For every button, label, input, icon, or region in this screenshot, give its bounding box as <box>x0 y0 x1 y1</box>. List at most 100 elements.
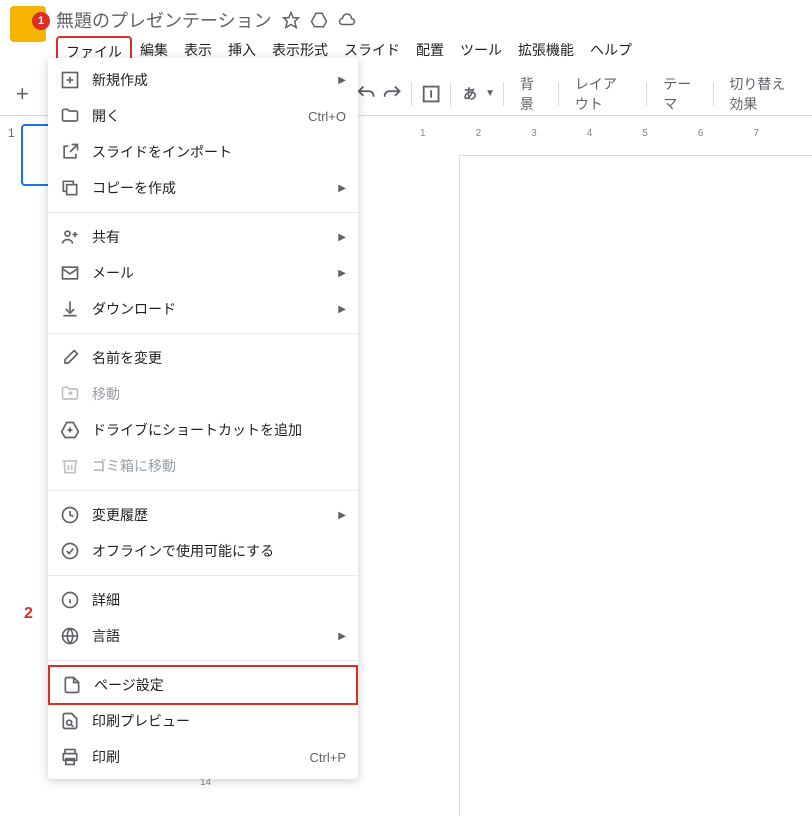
title-row: 無題のプレゼンテーション <box>56 6 812 34</box>
download-icon <box>60 299 80 319</box>
toolbar-separator <box>503 82 504 106</box>
toolbar-separator <box>558 82 559 106</box>
spellcheck-button[interactable]: あ <box>459 80 481 108</box>
ruler-horizontal: 1234567 <box>420 128 759 139</box>
menu-item-label: オフラインで使用可能にする <box>92 541 346 561</box>
page-icon <box>62 675 82 695</box>
slide-canvas[interactable] <box>460 156 812 816</box>
menu-separator <box>48 490 358 491</box>
menu-item-6[interactable]: 配置 <box>408 36 452 68</box>
menu-item-label: 詳細 <box>92 590 346 610</box>
submenu-arrow-icon: ▶ <box>338 183 346 194</box>
globe-icon <box>60 626 80 646</box>
ruler-tick: 6 <box>698 128 704 139</box>
menu-item-info[interactable]: 詳細 <box>48 582 358 618</box>
menu-item-label: 開く <box>92 106 308 126</box>
textbox-button[interactable] <box>420 80 442 108</box>
menu-item-shortcut[interactable]: ドライブにショートカットを追加 <box>48 412 358 448</box>
menu-separator <box>48 575 358 576</box>
print-icon <box>60 747 80 767</box>
menu-item-copy[interactable]: コピーを作成▶ <box>48 170 358 206</box>
rename-icon <box>60 348 80 368</box>
import-icon <box>60 142 80 162</box>
annotation-badge-1: 1 <box>32 12 50 30</box>
menu-item-offline[interactable]: オフラインで使用可能にする <box>48 533 358 569</box>
menu-item-label: ゴミ箱に移動 <box>92 456 346 476</box>
menu-item-label: 印刷 <box>92 747 310 767</box>
menu-item-trash: ゴミ箱に移動 <box>48 448 358 484</box>
redo-button[interactable] <box>381 80 403 108</box>
menu-shortcut: Ctrl+O <box>308 109 346 124</box>
new-slide-button[interactable]: + <box>8 80 37 108</box>
document-title[interactable]: 無題のプレゼンテーション <box>56 7 272 33</box>
menu-item-plus-box[interactable]: 新規作成▶ <box>48 62 358 98</box>
toolbar-separator <box>411 82 412 106</box>
menu-item-mail[interactable]: メール▶ <box>48 255 358 291</box>
trash-icon <box>60 456 80 476</box>
star-icon[interactable] <box>282 11 300 29</box>
slide-number: 1 <box>8 124 15 186</box>
menu-item-7[interactable]: ツール <box>452 36 510 68</box>
ruler-tick: 3 <box>531 128 537 139</box>
menu-item-folder[interactable]: 開くCtrl+O <box>48 98 358 134</box>
toolbar-separator <box>646 82 647 106</box>
menu-item-label: 印刷プレビュー <box>92 711 346 731</box>
menu-separator <box>48 660 358 661</box>
copy-icon <box>60 178 80 198</box>
plus-box-icon <box>60 70 80 90</box>
menu-separator <box>48 333 358 334</box>
menu-item-print[interactable]: 印刷Ctrl+P <box>48 739 358 775</box>
menu-shortcut: Ctrl+P <box>310 750 346 765</box>
transition-button[interactable]: 切り替え効果 <box>721 70 804 118</box>
menu-item-label: 言語 <box>92 626 338 646</box>
ruler-tick: 7 <box>753 128 759 139</box>
submenu-arrow-icon: ▶ <box>338 631 346 642</box>
menu-item-label: ダウンロード <box>92 299 338 319</box>
submenu-arrow-icon: ▶ <box>338 232 346 243</box>
drive-icon[interactable] <box>310 11 328 29</box>
ruler-tick: 2 <box>476 128 482 139</box>
menu-item-move: 移動 <box>48 376 358 412</box>
move-icon <box>60 384 80 404</box>
file-menu-dropdown: 新規作成▶開くCtrl+Oスライドをインポートコピーを作成▶共有▶メール▶ダウン… <box>48 58 358 779</box>
menu-item-label: 共有 <box>92 227 338 247</box>
shortcut-icon <box>60 420 80 440</box>
preview-icon <box>60 711 80 731</box>
share-icon <box>60 227 80 247</box>
menu-item-rename[interactable]: 名前を変更 <box>48 340 358 376</box>
folder-icon <box>60 106 80 126</box>
info-icon <box>60 590 80 610</box>
toolbar-separator <box>450 82 451 106</box>
background-button[interactable]: 背景 <box>512 70 550 118</box>
history-icon <box>60 505 80 525</box>
menu-item-label: ドライブにショートカットを追加 <box>92 420 346 440</box>
annotation-badge-2: 2 <box>24 605 33 623</box>
ruler-tick: 5 <box>642 128 648 139</box>
mail-icon <box>60 263 80 283</box>
menu-item-globe[interactable]: 言語▶ <box>48 618 358 654</box>
menu-item-import[interactable]: スライドをインポート <box>48 134 358 170</box>
ruler-tick: 1 <box>420 128 426 139</box>
menu-item-label: コピーを作成 <box>92 178 338 198</box>
submenu-arrow-icon: ▶ <box>338 510 346 521</box>
menu-item-9[interactable]: ヘルプ <box>582 36 640 68</box>
menu-item-label: ページ設定 <box>94 675 344 695</box>
menu-item-preview[interactable]: 印刷プレビュー <box>48 703 358 739</box>
menu-item-label: スライドをインポート <box>92 142 346 162</box>
cloud-icon[interactable] <box>338 11 356 29</box>
theme-button[interactable]: テーマ <box>655 70 704 118</box>
layout-button[interactable]: レイアウト <box>567 70 639 118</box>
submenu-arrow-icon: ▶ <box>338 268 346 279</box>
menu-item-share[interactable]: 共有▶ <box>48 219 358 255</box>
menu-item-label: 移動 <box>92 384 346 404</box>
menu-separator <box>48 212 358 213</box>
menu-item-label: 名前を変更 <box>92 348 346 368</box>
menu-item-download[interactable]: ダウンロード▶ <box>48 291 358 327</box>
menu-item-history[interactable]: 変更履歴▶ <box>48 497 358 533</box>
menu-item-8[interactable]: 拡張機能 <box>510 36 582 68</box>
menu-item-page[interactable]: ページ設定 <box>48 665 358 705</box>
menu-item-label: メール <box>92 263 338 283</box>
offline-icon <box>60 541 80 561</box>
menu-item-label: 変更履歴 <box>92 505 338 525</box>
toolbar-separator <box>713 82 714 106</box>
